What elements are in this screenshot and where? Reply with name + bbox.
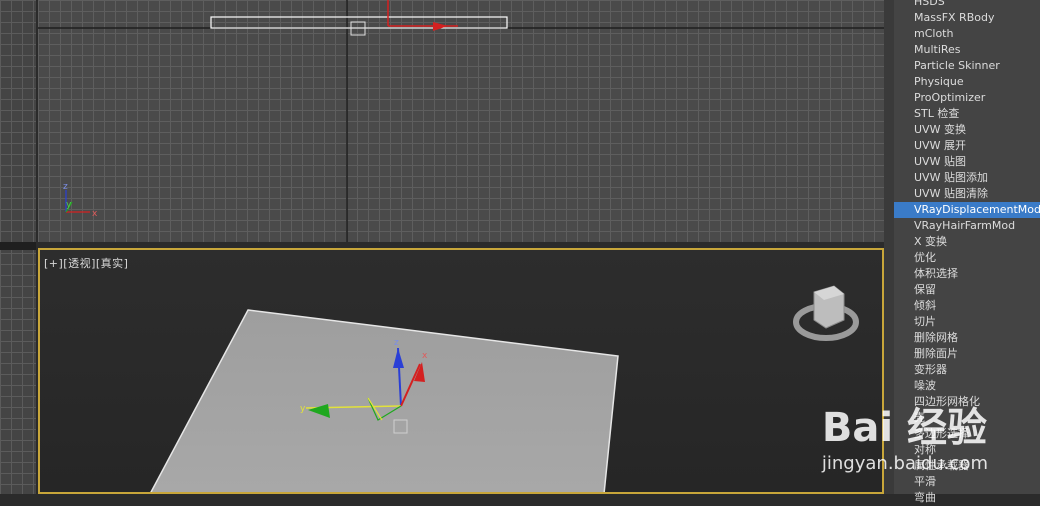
gizmo-z-label: z xyxy=(394,338,399,348)
top-viewport-overlay: z x y xyxy=(38,0,884,242)
gizmo-y-label: y xyxy=(300,404,306,414)
perspective-viewport[interactable]: [+][透视][真实] z x y xyxy=(38,248,884,494)
modifier-list-item[interactable]: VRayHairFarmMod xyxy=(894,218,1040,234)
modifier-list-item[interactable]: 变形器 xyxy=(894,362,1040,378)
modifier-list-item[interactable]: UVW 贴图 xyxy=(894,154,1040,170)
watermark-brand: Bai 经验 xyxy=(821,405,988,451)
modifier-list-item[interactable]: X 变换 xyxy=(894,234,1040,250)
baidu-watermark: Bai 经验 jingyan.baidu.com xyxy=(822,395,988,474)
modifier-list-item[interactable]: 噪波 xyxy=(894,378,1040,394)
modifier-list-item[interactable]: MassFX RBody xyxy=(894,10,1040,26)
modifier-list-item[interactable]: MultiRes xyxy=(894,42,1040,58)
plane-object xyxy=(150,309,619,492)
modifier-list-item[interactable]: UVW 展开 xyxy=(894,138,1040,154)
tripod-x-label: x xyxy=(92,209,98,219)
modifier-list-item[interactable]: Particle Skinner xyxy=(894,58,1040,74)
viewport-separator xyxy=(0,242,36,250)
watermark-url: jingyan.baidu.com xyxy=(821,453,988,474)
left-viewport-edge[interactable] xyxy=(0,0,36,494)
modifier-list-item[interactable]: 保留 xyxy=(894,282,1040,298)
modifier-list-item[interactable]: 切片 xyxy=(894,314,1040,330)
modifier-list-item[interactable]: 平滑 xyxy=(894,474,1040,490)
modifier-list-item[interactable]: ProOptimizer xyxy=(894,90,1040,106)
modifier-list-item[interactable]: UVW 贴图清除 xyxy=(894,186,1040,202)
modifier-list-item[interactable]: mCloth xyxy=(894,26,1040,42)
modifier-list-item[interactable]: 删除面片 xyxy=(894,346,1040,362)
modifier-list-item[interactable]: 弯曲 xyxy=(894,490,1040,506)
modifier-list-item[interactable]: VRayDisplacementMod xyxy=(894,202,1040,218)
tripod-z-label: z xyxy=(63,182,68,192)
modifier-list-item[interactable]: UVW 变换 xyxy=(894,122,1040,138)
top-viewport[interactable]: z x y xyxy=(38,0,884,242)
modifier-list-item[interactable]: Physique xyxy=(894,74,1040,90)
modifier-list-item[interactable]: STL 检查 xyxy=(894,106,1040,122)
gizmo-x-label: x xyxy=(422,351,428,361)
modifier-list-item[interactable]: HSDS xyxy=(894,0,1040,10)
modifier-list-item[interactable]: 删除网格 xyxy=(894,330,1040,346)
tripod-y-label: y xyxy=(66,200,72,210)
gizmo-x-arrow xyxy=(433,22,448,31)
modifier-list-item[interactable]: 优化 xyxy=(894,250,1040,266)
modifier-list-item[interactable]: 倾斜 xyxy=(894,298,1040,314)
modifier-list-item[interactable]: 体积选择 xyxy=(894,266,1040,282)
modifier-list-item[interactable]: UVW 贴图添加 xyxy=(894,170,1040,186)
perspective-scene: z x y xyxy=(150,285,859,492)
